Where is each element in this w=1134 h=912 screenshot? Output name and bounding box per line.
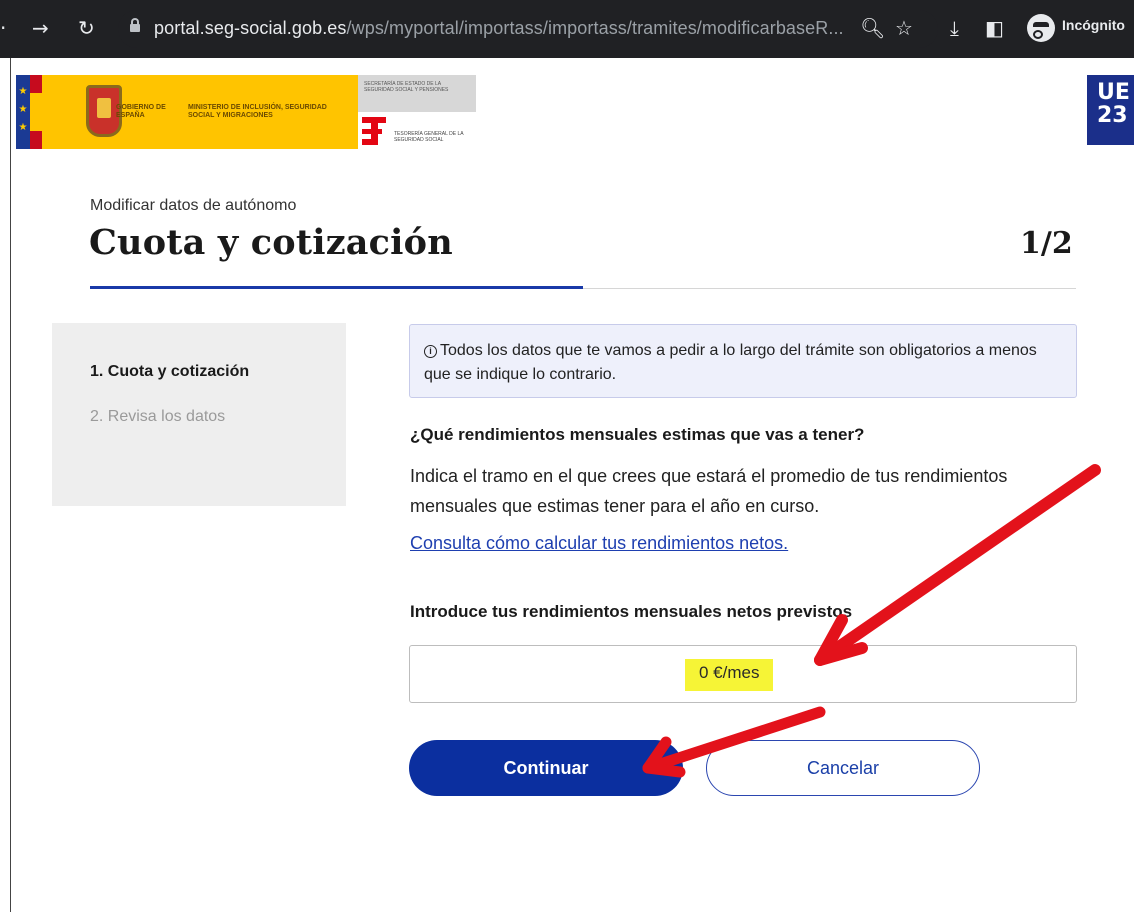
cancel-button[interactable]: Cancelar (706, 740, 980, 796)
address-bar[interactable]: portal.seg-social.gob.es/wps/myportal/im… (118, 10, 938, 48)
continue-button[interactable]: Continuar (409, 740, 683, 796)
url-path: /wps/myportal/importass/importass/tramit… (346, 18, 844, 38)
incognito-icon[interactable] (1027, 14, 1055, 42)
info-icon: i (424, 345, 437, 358)
amount-value[interactable]: 0 €/mes (685, 659, 774, 691)
url-domain: portal.seg-social.gob.es (154, 18, 347, 38)
info-text: Todos los datos que te vamos a pedir a l… (424, 342, 1037, 383)
back-arrow-icon[interactable]: · (0, 14, 6, 42)
secretaria-text: SECRETARÍA DE ESTADO DE LA SEGURIDAD SOC… (364, 81, 449, 93)
side-panel-icon[interactable]: ◧ (985, 14, 1004, 42)
tgss-logo-icon (362, 117, 386, 147)
secretaria-block: SECRETARÍA DE ESTADO DE LA SEGURIDAD SOC… (358, 75, 476, 112)
government-logo-banner[interactable]: ★ ★ ★ GOBIERNO DE ESPAÑA MINISTERIO DE INC… (16, 75, 476, 151)
gov-yellow-block: GOBIERNO DE ESPAÑA MINISTERIO DE INCLUSI… (42, 75, 358, 149)
browser-toolbar: · → ↻ portal.seg-social.gob.es/wps/mypor… (0, 0, 1134, 58)
eu-stars-icon: ★ ★ ★ (16, 75, 30, 149)
zoom-icon[interactable]: 🔍︎ (860, 14, 885, 42)
page-title: Cuota y cotización (89, 222, 453, 263)
incognito-label[interactable]: Incógnito (1062, 17, 1125, 33)
url-text[interactable]: portal.seg-social.gob.es/wps/myportal/im… (154, 18, 844, 39)
forward-arrow-icon[interactable]: → (32, 14, 49, 42)
tgss-text: TESORERÍA GENERAL DE LA SEGURIDAD SOCIAL (394, 131, 464, 143)
eu-presidency-logo[interactable]: UE 23 (1087, 75, 1134, 145)
steps-sidebar: 1. Cuota y cotización 2. Revisa los dato… (52, 323, 346, 506)
page-frame-border (10, 58, 11, 912)
page-subtitle: Modificar datos de autónomo (90, 197, 297, 214)
amount-input-label: Introduce tus rendimientos mensuales net… (410, 602, 853, 621)
calculate-income-link[interactable]: Consulta cómo calcular tus rendimientos … (410, 533, 788, 554)
step-counter: 1/2 (1020, 226, 1073, 261)
step-revisa-datos: 2. Revisa los datos (90, 408, 226, 425)
download-icon[interactable]: ⤓ (950, 14, 959, 42)
reload-icon[interactable]: ↻ (78, 14, 95, 42)
lock-icon[interactable] (130, 18, 140, 32)
gobierno-text: GOBIERNO DE ESPAÑA (116, 104, 166, 119)
question-title: ¿Qué rendimientos mensuales estimas que … (410, 425, 865, 444)
info-notice: i Todos los datos que te vamos a pedir a … (409, 324, 1077, 398)
question-help-text: Indica el tramo en el que crees que esta… (410, 466, 1008, 516)
ministry-text: MINISTERIO DE INCLUSIÓN, SEGURIDAD SOCIA… (188, 104, 327, 119)
bookmark-star-icon[interactable]: ☆ (895, 14, 913, 42)
eu-badge-text: UE 23 (1097, 80, 1130, 128)
progress-indicator (90, 286, 583, 289)
step-cuota-cotizacion: 1. Cuota y cotización (90, 363, 250, 380)
